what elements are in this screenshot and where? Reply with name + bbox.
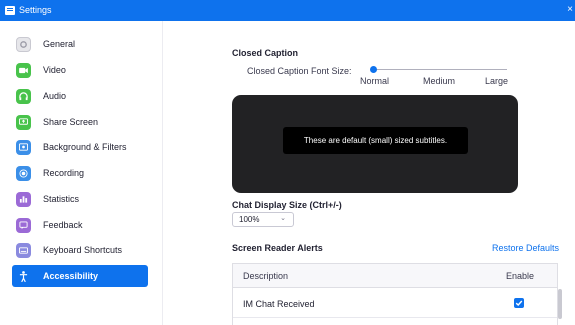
row-description: IM Chat Received [243,299,315,309]
screen-reader-table: Description Enable IM Chat Received [232,263,558,325]
slider-option-medium: Medium [423,76,456,86]
sidebar-item-video[interactable]: Video [12,59,148,81]
sidebar-item-label: Feedback [43,220,83,230]
sidebar-item-background-filters[interactable]: Background & Filters [12,136,148,158]
sidebar-item-feedback[interactable]: Feedback [12,214,148,236]
sidebar-item-statistics[interactable]: Statistics [12,188,148,210]
record-icon [16,165,31,181]
sidebar-item-keyboard-shortcuts[interactable]: Keyboard Shortcuts [12,239,148,261]
accessibility-icon [16,269,31,284]
sidebar-item-label: Background & Filters [43,142,127,152]
slider-option-normal: Normal [360,76,390,86]
sidebar-item-accessibility[interactable]: Accessibility [12,265,148,287]
table-header: Description Enable [233,264,557,288]
chevron-down-icon: ⌄ [280,215,286,222]
sidebar-item-audio[interactable]: Audio [12,85,148,107]
sidebar-item-label: Recording [43,168,85,178]
font-size-label: Closed Caption Font Size: [247,66,352,76]
sidebar-item-label: Keyboard Shortcuts [43,245,123,255]
sidebar-item-label: Audio [43,91,67,101]
sidebar-item-label: General [43,39,76,49]
sidebar-item-recording[interactable]: Recording [12,162,148,184]
close-button[interactable]: × [567,4,573,15]
keyboard-icon [16,242,31,258]
scrollbar[interactable] [558,289,562,319]
column-description: Description [243,271,289,281]
enable-checkbox[interactable] [514,298,524,308]
statistics-icon [16,191,31,207]
sidebar-item-general[interactable]: General [12,33,148,55]
title-bar: Settings × [0,0,575,21]
screen-reader-heading: Screen Reader Alerts [232,243,323,253]
chat-display-heading: Chat Display Size (Ctrl+/-) [232,200,342,210]
video-icon [16,62,31,78]
caption-preview-text: These are default (small) sized subtitle… [283,127,468,154]
sidebar-item-share-screen[interactable]: Share Screen [12,111,148,133]
restore-defaults-link[interactable]: Restore Defaults [492,243,559,253]
chat-display-size-value: 100% [239,215,260,224]
sidebar-item-label: Accessibility [43,271,99,281]
sidebar: General Video Audio Share Screen Backgro… [0,21,163,325]
font-size-slider[interactable] [373,69,507,70]
share-screen-icon [16,114,31,130]
chat-display-size-select[interactable]: 100% ⌄ [232,212,294,227]
caption-preview: These are default (small) sized subtitle… [232,95,518,193]
background-icon [16,139,31,155]
font-size-slider-knob[interactable] [370,66,377,73]
column-enable: Enable [506,271,535,281]
gear-icon [16,36,31,52]
slider-option-large: Large [485,76,509,86]
app-icon [5,6,15,15]
main-panel: Closed Caption Closed Caption Font Size:… [164,21,575,325]
sidebar-item-label: Share Screen [43,117,99,127]
checkmark-icon [515,300,523,306]
sidebar-item-label: Statistics [43,194,80,204]
table-row: IM Chat Received [233,288,557,318]
feedback-icon [16,217,31,233]
closed-caption-heading: Closed Caption [232,48,299,58]
window-title: Settings [19,5,52,15]
sidebar-item-label: Video [43,65,66,75]
headphones-icon [16,88,31,104]
